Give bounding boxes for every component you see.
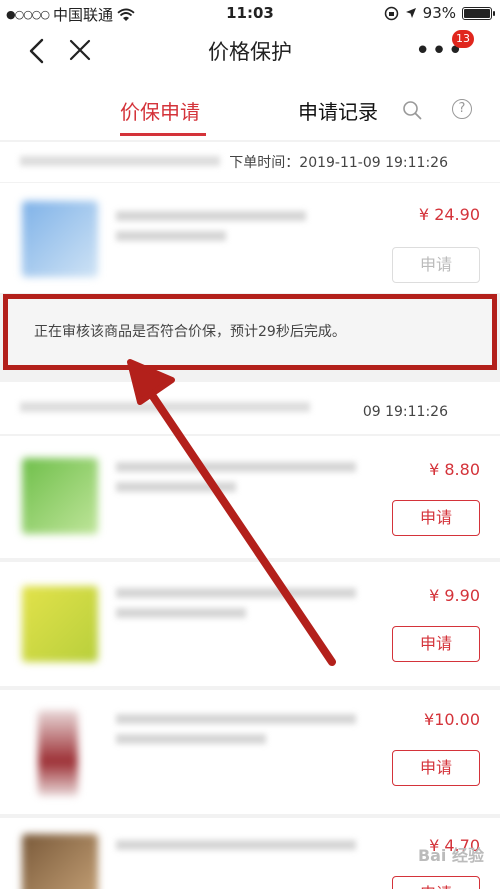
battery-percent: 93% (422, 4, 456, 22)
order-time: 09 19:11:26 (362, 404, 448, 420)
apply-button[interactable]: 申请 (392, 626, 480, 662)
review-notice-text: 正在审核该商品是否符合价保，预计29秒后完成。 (34, 324, 346, 340)
search-icon[interactable] (402, 100, 422, 120)
product-thumbnail (22, 201, 98, 277)
product-title-blurred (116, 462, 356, 472)
product-title-blurred (116, 588, 356, 598)
product-title-blurred (116, 840, 356, 850)
product-price: ¥ 24.90 (418, 205, 480, 224)
product-title-blurred (116, 211, 306, 221)
status-bar: ●○○○○ 中国联通 11:03 93% (0, 0, 500, 26)
navbar: 价格保护 ••• 13 (0, 26, 500, 76)
order-header: 09 19:11:26 (0, 382, 500, 434)
apply-button[interactable]: 申请 (392, 750, 480, 786)
product-thumbnail (38, 710, 78, 796)
more-menu-icon[interactable]: ••• (415, 38, 464, 64)
battery-fill (464, 8, 491, 18)
order-shop-blurred (20, 156, 220, 166)
location-arrow-icon (405, 8, 416, 18)
product-item: ¥ 24.90 申请 (0, 183, 500, 293)
product-thumbnail (22, 586, 98, 662)
notification-badge: 13 (452, 30, 474, 48)
product-title-blurred (116, 608, 246, 618)
product-item: ¥10.00 申请 (0, 690, 500, 814)
battery-icon (462, 6, 495, 20)
product-title-blurred (116, 482, 236, 492)
product-item: ¥ 8.80 申请 (0, 436, 500, 558)
section-divider (0, 372, 500, 382)
product-thumbnail (22, 834, 98, 889)
product-price: ¥ 9.90 (429, 586, 480, 605)
product-title-blurred (116, 231, 226, 241)
tab-bar: 价保申请 申请记录 ? (0, 76, 500, 140)
active-tab-indicator (120, 133, 206, 136)
apply-button[interactable]: 申请 (392, 500, 480, 536)
product-title-blurred (116, 714, 356, 724)
product-item: ¥ 9.90 申请 (0, 562, 500, 686)
product-price: ¥ 8.80 (429, 460, 480, 479)
order-header: 下单时间：2019-11-09 19:11:26 (0, 142, 500, 182)
order-shop-blurred (20, 402, 310, 412)
product-price: ¥10.00 (424, 710, 480, 729)
status-right: 93% (384, 4, 495, 22)
product-title-blurred (116, 734, 266, 744)
tab-apply-records[interactable]: 申请记录 (298, 96, 378, 125)
apply-button[interactable]: 申请 (392, 876, 480, 889)
tab-price-protection-apply[interactable]: 价保申请 (120, 96, 200, 125)
apply-button[interactable]: 申请 (392, 247, 480, 283)
rotation-lock-icon (384, 6, 398, 20)
watermark: Bai 经验 (417, 846, 484, 865)
help-icon[interactable]: ? (452, 99, 472, 119)
order-time: 下单时间：2019-11-09 19:11:26 (229, 155, 448, 171)
product-thumbnail (22, 458, 98, 534)
